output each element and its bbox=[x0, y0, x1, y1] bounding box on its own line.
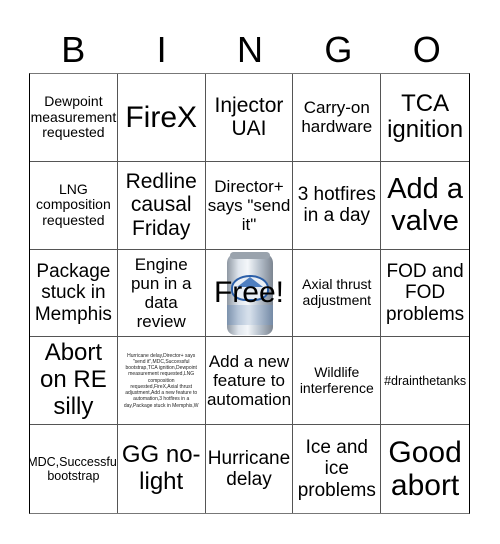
cell-text: Axial thrust adjustment bbox=[302, 276, 372, 308]
cell-text: Wildlife interference bbox=[299, 364, 374, 396]
cell-text: Package stuck in Memphis bbox=[34, 261, 112, 325]
cell-text: 3 hotfires in a day bbox=[297, 183, 376, 227]
cell-text: Carry-on hardware bbox=[301, 98, 373, 137]
bingo-cell[interactable]: Hurricane delay bbox=[206, 425, 294, 513]
cell-text: Injector UAI bbox=[214, 93, 284, 141]
header-letter-n: N bbox=[236, 29, 263, 70]
bingo-cell[interactable]: Axial thrust adjustment bbox=[293, 249, 382, 338]
cell-text: MDC,Successful bootstrap bbox=[30, 455, 118, 484]
cell-text: LNG composition requested bbox=[36, 180, 111, 229]
bingo-cell[interactable]: Package stuck in Memphis bbox=[30, 249, 118, 338]
header-letter-i: I bbox=[156, 29, 167, 70]
cell-text: TCA ignition bbox=[387, 89, 464, 144]
cell-text: Director+ says "send it" bbox=[207, 176, 291, 234]
bingo-cell[interactable]: LNG composition requested bbox=[30, 161, 118, 250]
header-letter-g: G bbox=[324, 29, 353, 70]
bingo-cell[interactable]: Wildlife interference bbox=[293, 337, 382, 426]
bingo-cell[interactable]: Engine pun in a data review bbox=[117, 249, 206, 338]
cell-text: Ice and ice problems bbox=[297, 437, 376, 501]
bingo-cell[interactable]: Injector UAI bbox=[205, 74, 294, 162]
bingo-cell[interactable]: Abort on RE silly bbox=[30, 337, 118, 426]
bingo-card: Dewpoint measurement requested FireX Inj… bbox=[29, 73, 470, 514]
cell-text: GG no-light bbox=[121, 441, 201, 496]
bingo-cell[interactable]: Redline causal Friday bbox=[117, 161, 206, 250]
header-letter-b: B bbox=[61, 29, 86, 70]
cell-text: Hurricane delay bbox=[207, 447, 291, 491]
bingo-cell[interactable]: TCA ignition bbox=[381, 74, 469, 162]
cell-text: FireX bbox=[125, 100, 198, 134]
bingo-cell[interactable]: FireX bbox=[117, 74, 206, 162]
cell-text: Dewpoint measurement requested bbox=[30, 92, 117, 141]
bingo-cell[interactable]: FOD and FOD problems bbox=[381, 250, 469, 338]
cell-text: Abort on RE silly bbox=[40, 339, 107, 421]
cell-text: Good abort bbox=[388, 435, 462, 503]
can-lid bbox=[229, 251, 270, 259]
bingo-cell[interactable]: Hurricane delay,Director+ says "send it"… bbox=[117, 337, 206, 426]
free-space-cell[interactable]: Free! bbox=[205, 249, 294, 338]
bingo-header: B I N G O bbox=[29, 28, 471, 72]
bingo-cell[interactable]: 3 hotfires in a day bbox=[293, 161, 382, 250]
bingo-cell[interactable]: GG no-light bbox=[118, 425, 206, 513]
cell-text: Redline causal Friday bbox=[125, 169, 197, 240]
bingo-cell[interactable]: Good abort bbox=[381, 425, 469, 513]
cell-text: Hurricane delay,Director+ says "send it"… bbox=[123, 352, 199, 409]
cell-text: Add a valve bbox=[387, 172, 463, 238]
cell-text: Engine pun in a data review bbox=[130, 254, 192, 332]
bingo-cell[interactable]: #drainthetanks bbox=[381, 337, 469, 426]
bingo-cell[interactable]: Dewpoint measurement requested bbox=[30, 74, 118, 162]
bingo-cell[interactable]: Director+ says "send it" bbox=[205, 161, 294, 250]
bingo-cell[interactable]: Ice and ice problems bbox=[293, 425, 382, 513]
bingo-cell[interactable]: Carry-on hardware bbox=[293, 74, 382, 162]
free-space-label: Free! bbox=[213, 276, 284, 310]
header-letter-o: O bbox=[412, 29, 441, 70]
bingo-cell[interactable]: Add a new feature to automation bbox=[205, 337, 294, 426]
cell-text: #drainthetanks bbox=[384, 373, 467, 388]
bingo-cell[interactable]: Add a valve bbox=[381, 162, 469, 250]
cell-text: FOD and FOD problems bbox=[386, 261, 465, 325]
cell-text: Add a new feature to automation bbox=[206, 352, 292, 410]
bingo-cell[interactable]: MDC,Successful bootstrap bbox=[30, 425, 118, 513]
